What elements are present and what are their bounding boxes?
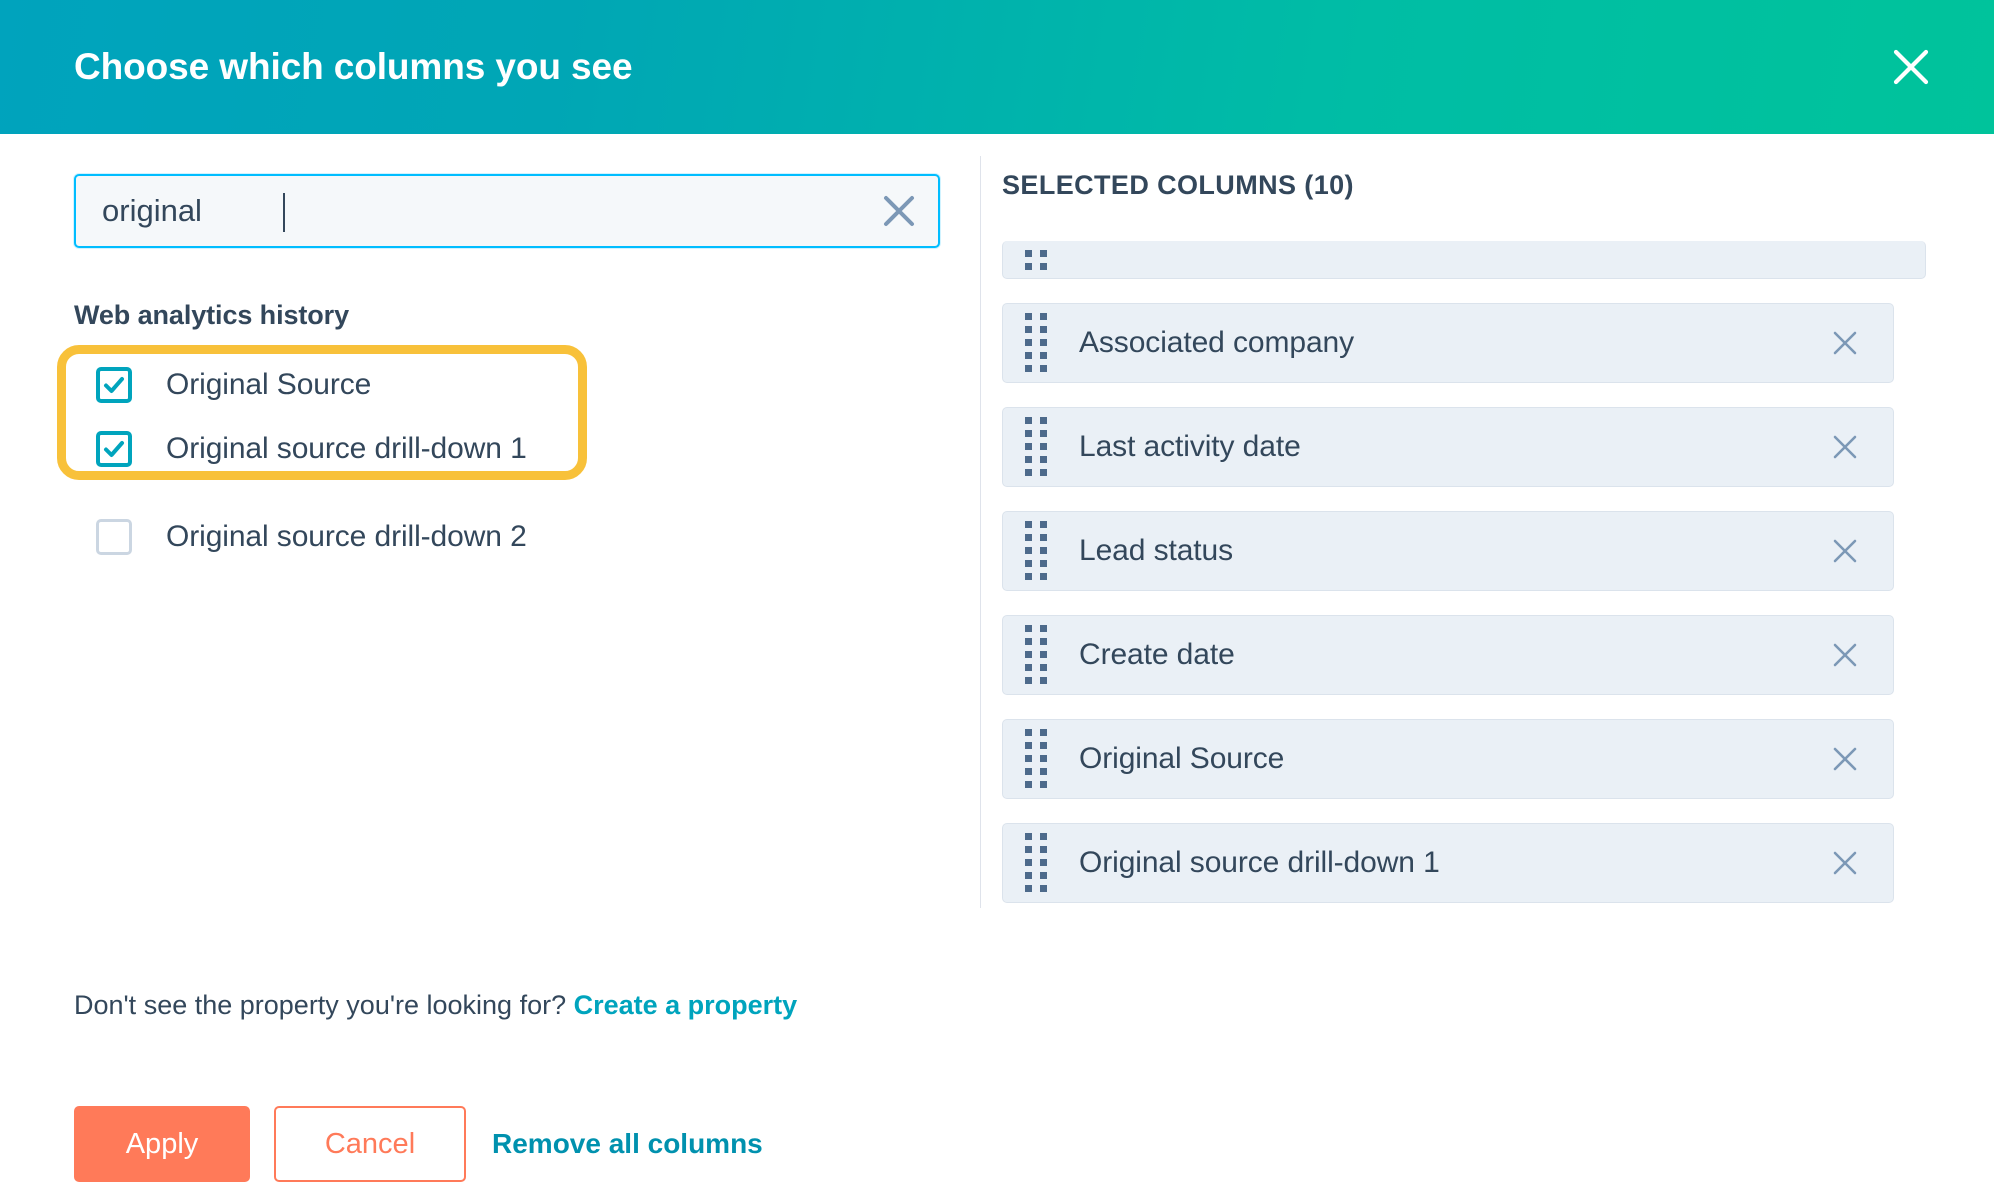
selected-columns-list: Associated company Last activity date Le…: [1002, 241, 1926, 903]
create-property-note-text: Don't see the property you're looking fo…: [74, 990, 567, 1020]
page-title: Choose which columns you see: [74, 45, 633, 87]
checkbox-checked-icon[interactable]: [96, 431, 132, 467]
checkbox-label: Original Source: [166, 368, 372, 401]
remove-column-icon[interactable]: [1827, 325, 1863, 361]
remove-all-columns-button[interactable]: Remove all columns: [492, 1128, 763, 1160]
drag-handle-icon[interactable]: [1025, 624, 1049, 686]
table-row[interactable]: Lead status: [1002, 511, 1894, 591]
checkbox-label: Original source drill-down 1: [166, 432, 527, 465]
remove-column-icon[interactable]: [1827, 429, 1863, 465]
selected-column-label: Original Source: [1079, 742, 1285, 775]
drag-handle-icon[interactable]: [1025, 250, 1049, 272]
drag-handle-icon[interactable]: [1025, 832, 1049, 894]
checkbox-row-original-source-drill-down-1[interactable]: Original source drill-down 1: [74, 417, 634, 481]
table-row[interactable]: Original Source: [1002, 719, 1894, 799]
clear-search-icon[interactable]: [860, 176, 938, 246]
selected-columns-title: SELECTED COLUMNS (10): [1002, 170, 1354, 200]
property-group-label: Web analytics history: [74, 300, 349, 330]
selected-columns-pane: SELECTED COLUMNS (10) Associated company: [980, 134, 1994, 1116]
selected-column-label: Original source drill-down 1: [1079, 846, 1440, 879]
property-checkbox-list: Original Source Original source drill-do…: [57, 345, 634, 569]
drag-handle-icon[interactable]: [1025, 520, 1049, 582]
search-input[interactable]: [76, 176, 860, 246]
selected-column-label: Create date: [1079, 638, 1235, 671]
modal-action-bar: Apply Cancel Remove all columns: [74, 1106, 763, 1182]
table-row[interactable]: [1002, 241, 1926, 279]
close-icon[interactable]: [1880, 36, 1942, 98]
cancel-button[interactable]: Cancel: [274, 1106, 466, 1182]
drag-handle-icon[interactable]: [1025, 416, 1049, 478]
checkbox-label: Original source drill-down 2: [166, 520, 527, 553]
remove-column-icon[interactable]: [1827, 845, 1863, 881]
modal-header: Choose which columns you see: [0, 0, 1994, 134]
apply-button[interactable]: Apply: [74, 1106, 250, 1182]
choose-columns-modal: Choose which columns you see Web analyti…: [0, 0, 1994, 1182]
selected-column-label: Lead status: [1079, 534, 1234, 567]
create-property-link[interactable]: Create a property: [574, 990, 798, 1020]
table-row[interactable]: Original source drill-down 1: [1002, 823, 1894, 903]
text-cursor: [283, 193, 285, 232]
checkbox-row-original-source[interactable]: Original Source: [74, 353, 634, 417]
create-property-note: Don't see the property you're looking fo…: [74, 990, 797, 1021]
checkbox-checked-icon[interactable]: [96, 367, 132, 403]
remove-column-icon[interactable]: [1827, 533, 1863, 569]
checkbox-unchecked-icon[interactable]: [96, 519, 132, 555]
property-search-pane: Web analytics history Original Source: [0, 134, 980, 1182]
remove-column-icon[interactable]: [1827, 637, 1863, 673]
table-row[interactable]: Associated company: [1002, 303, 1894, 383]
remove-column-icon[interactable]: [1827, 741, 1863, 777]
modal-body: Web analytics history Original Source: [0, 134, 1994, 1182]
table-row[interactable]: Last activity date: [1002, 407, 1894, 487]
drag-handle-icon[interactable]: [1025, 728, 1049, 790]
drag-handle-icon[interactable]: [1025, 312, 1049, 374]
search-field[interactable]: [74, 174, 940, 248]
selected-column-label: Associated company: [1079, 326, 1355, 359]
selected-column-label: Last activity date: [1079, 430, 1301, 463]
checkbox-row-original-source-drill-down-2[interactable]: Original source drill-down 2: [74, 505, 634, 569]
table-row[interactable]: Create date: [1002, 615, 1894, 695]
